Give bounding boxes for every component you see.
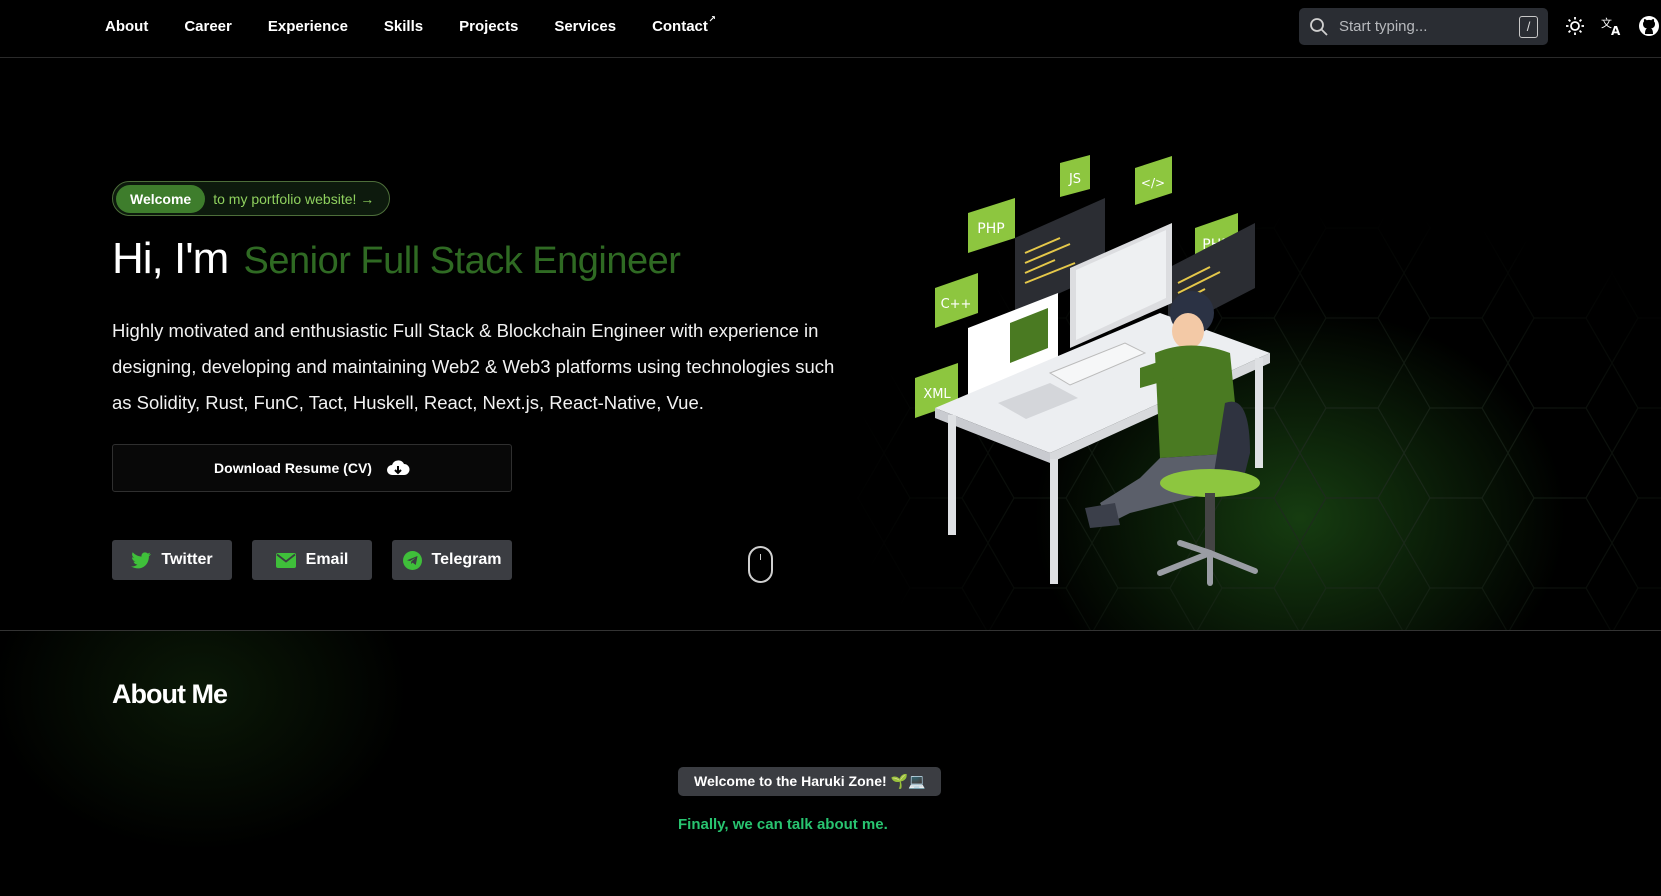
welcome-badge: Welcome [116,184,206,213]
svg-text:PHP: PHP [977,221,1004,237]
svg-text:</>: </> [1141,176,1165,190]
nav-link-experience[interactable]: Experience [268,18,348,35]
svg-text:JS: JS [1068,172,1081,187]
email-label: Email [305,551,349,568]
hero-title: Hi, I'm Senior Full Stack Engineer [112,234,681,284]
search-shortcut-key: / [1519,15,1538,38]
github-icon[interactable] [1637,14,1661,38]
hero-section: JS </> PHP PHP C++ XML [0,58,1661,631]
email-icon [275,552,296,568]
twitter-icon [131,551,152,568]
cpp-tag: C++ [935,273,978,328]
download-resume-label: Download Resume (CV) [214,460,372,476]
php-tag: PHP [968,198,1015,253]
svg-text:C++: C++ [941,297,972,312]
twitter-button[interactable]: Twitter [112,540,232,580]
nav-link-career[interactable]: Career [184,18,232,35]
telegram-button[interactable]: Telegram [392,540,512,580]
nav-link-contact[interactable]: Contact ↗ [652,14,716,35]
about-section: About Me Welcome to the Haruki Zone! 🌱💻 … [0,631,1661,896]
nav-link-services[interactable]: Services [554,18,616,35]
nav-links: About Career Experience Skills Projects … [105,0,744,52]
translate-icon[interactable]: 文 A [1600,14,1624,38]
nav-link-contact-label: Contact [652,17,708,35]
search-icon [1310,17,1328,36]
search-placeholder: Start typing... [1339,18,1428,35]
hero-role: Senior Full Stack Engineer [243,240,681,282]
js-tag: JS [1060,155,1090,197]
twitter-label: Twitter [161,551,213,568]
html-tag: </> [1135,156,1172,205]
external-arrow-icon: ↗ [708,13,716,24]
top-navbar: About Career Experience Skills Projects … [0,0,1661,58]
welcome-pill[interactable]: Welcome to my portfolio website! → [112,181,391,216]
svg-text:A: A [1611,24,1621,36]
email-button[interactable]: Email [252,540,372,580]
haruki-zone-badge: Welcome to the Haruki Zone! 🌱💻 [678,767,942,796]
about-title: About Me [112,679,228,709]
download-resume-button[interactable]: Download Resume (CV) [112,444,512,492]
telegram-label: Telegram [431,551,502,568]
hero-greeting: Hi, I'm [112,234,229,283]
cloud-download-icon [386,460,410,475]
search-box[interactable]: Start typing... / [1299,8,1548,45]
telegram-icon [402,550,422,570]
nav-link-skills[interactable]: Skills [384,18,423,35]
nav-link-projects[interactable]: Projects [459,18,518,35]
nav-link-about[interactable]: About [105,18,148,35]
svg-text:XML: XML [923,387,951,402]
scroll-down-mouse-icon[interactable] [748,546,773,583]
theme-sun-icon[interactable] [1563,14,1587,38]
welcome-text: to my portfolio website! → [213,190,375,207]
hero-description: Highly motivated and enthusiastic Full S… [112,320,835,413]
developer-desk-illustration: JS </> PHP PHP C++ XML [910,153,1350,628]
about-subtitle: Finally, we can talk about me. [678,816,888,833]
